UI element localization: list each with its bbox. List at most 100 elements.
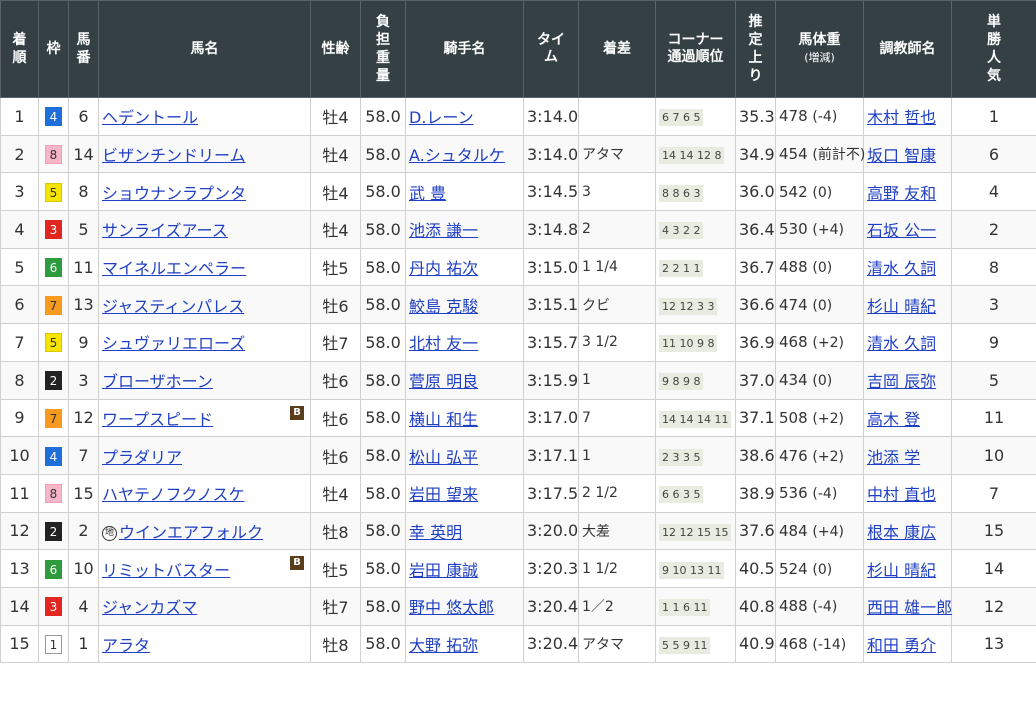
- horse-name-link[interactable]: シュヴァリエローズ: [102, 334, 245, 353]
- trainer-name-link[interactable]: 清水 久詞: [867, 334, 936, 353]
- horse-name-link[interactable]: ブローザホーン: [102, 372, 213, 391]
- sexage-cell: 牡4: [310, 210, 361, 249]
- horse-name-link[interactable]: ビザンチンドリーム: [102, 146, 246, 165]
- horse-name-link[interactable]: ウインエアフォルク: [119, 523, 263, 542]
- trainer-name-link[interactable]: 高野 友和: [867, 184, 936, 203]
- jockey-name-link[interactable]: 岩田 望来: [409, 485, 478, 504]
- waku-cell: 7: [38, 285, 69, 325]
- trainer-name-link[interactable]: 清水 久詞: [867, 259, 936, 278]
- jockey-cell: 大野 拓弥: [405, 624, 524, 664]
- jockey-name-link[interactable]: A.シュタルケ: [409, 146, 505, 165]
- time-cell: 3:15.1: [523, 285, 579, 325]
- jockey-name-link[interactable]: 池添 謙一: [409, 221, 478, 240]
- sexage-cell: 牡7: [310, 586, 361, 626]
- horse-cell: ブローザホーン: [98, 360, 311, 400]
- time-cell: 3:14.5: [523, 172, 579, 212]
- corner-positions: 12 12 3 3: [659, 297, 718, 315]
- horse-name-link[interactable]: サンライズアース: [102, 221, 228, 240]
- popularity-cell: 1: [951, 97, 1036, 136]
- popularity-cell: 4: [951, 172, 1036, 212]
- corner-positions: 2 3 3 5: [659, 448, 704, 466]
- corner-positions: 8 8 6 3: [659, 184, 704, 202]
- bodyweight-value: 476: [779, 446, 808, 465]
- bodyweight-value: 524: [779, 559, 808, 578]
- rank-cell: 7: [0, 323, 39, 362]
- trainer-name-link[interactable]: 吉岡 辰弥: [867, 372, 936, 391]
- jockey-name-link[interactable]: 大野 拓弥: [409, 636, 478, 655]
- margin-cell: 1／2: [578, 586, 656, 626]
- corner-positions: 9 10 13 11: [659, 561, 725, 579]
- rank-cell: 14: [0, 586, 39, 626]
- margin-cell: 1: [578, 436, 656, 475]
- umaban-cell: 6: [68, 97, 99, 136]
- jockey-cell: 丹内 祐次: [405, 247, 524, 287]
- bodyweight-value: 488: [779, 597, 808, 616]
- jockey-name-link[interactable]: 幸 英明: [409, 523, 462, 542]
- horse-name-link[interactable]: ワープスピード: [102, 410, 213, 429]
- weight-carried-cell: 58.0: [360, 436, 406, 475]
- header-rank: 着順: [0, 0, 39, 98]
- trainer-cell: 中村 直也: [863, 473, 952, 513]
- bodyweight-value: 434: [779, 371, 808, 390]
- trainer-name-link[interactable]: 高木 登: [867, 410, 920, 429]
- header-sexage: 性齢: [310, 0, 361, 98]
- bodyweight-diff: (+2): [812, 410, 844, 427]
- trainer-name-link[interactable]: 杉山 晴紀: [867, 561, 936, 580]
- bodyweight-value: 468: [779, 634, 808, 653]
- corner-cell: 9 8 9 8: [655, 360, 736, 400]
- bodyweight-value: 468: [779, 333, 808, 352]
- jockey-name-link[interactable]: 菅原 明良: [409, 372, 478, 391]
- bodyweight-cell: 542 (0): [775, 172, 864, 212]
- horse-cell: ヘデントール: [98, 97, 311, 136]
- corner-cell: 4 3 2 2: [655, 210, 736, 249]
- horse-cell: プラダリア: [98, 436, 311, 475]
- jockey-name-link[interactable]: 松山 弘平: [409, 448, 478, 467]
- time-cell: 3:15.7: [523, 323, 579, 362]
- trainer-name-link[interactable]: 根本 康広: [867, 523, 936, 542]
- horse-cell: シュヴァリエローズ: [98, 323, 311, 362]
- jockey-name-link[interactable]: 横山 和生: [409, 410, 478, 429]
- header-popularity: 単勝人気: [951, 0, 1036, 98]
- corner-positions: 14 14 12 8: [659, 147, 725, 165]
- trainer-name-link[interactable]: 池添 学: [867, 448, 920, 467]
- bodyweight-value: 454: [779, 145, 808, 164]
- horse-name-link[interactable]: プラダリア: [102, 448, 182, 467]
- rank-cell: 2: [0, 134, 39, 174]
- jockey-name-link[interactable]: 岩田 康誠: [409, 561, 478, 580]
- trainer-name-link[interactable]: 西田 雄一郎: [867, 598, 952, 617]
- waku-cell: 5: [38, 172, 69, 212]
- margin-cell: アタマ: [578, 624, 656, 664]
- trainer-name-link[interactable]: 石坂 公一: [867, 221, 936, 240]
- bodyweight-diff: (+4): [812, 222, 844, 239]
- waku-cell: 8: [38, 134, 69, 174]
- jockey-name-link[interactable]: 鮫島 克駿: [409, 297, 478, 316]
- horse-name-link[interactable]: ジャンカズマ: [102, 598, 197, 617]
- sexage-cell: 牡4: [310, 134, 361, 174]
- jockey-name-link[interactable]: 野中 悠太郎: [409, 598, 494, 617]
- corner-positions: 4 3 2 2: [659, 222, 704, 240]
- horse-name-link[interactable]: ジャスティンパレス: [102, 297, 244, 316]
- jockey-name-link[interactable]: 丹内 祐次: [409, 259, 478, 278]
- rank-cell: 12: [0, 511, 39, 551]
- horse-name-link[interactable]: ショウナンラプンタ: [102, 184, 246, 203]
- trainer-name-link[interactable]: 坂口 智康: [867, 146, 936, 165]
- horse-name-link[interactable]: リミットバスター: [102, 561, 230, 580]
- trainer-name-link[interactable]: 杉山 晴紀: [867, 297, 936, 316]
- corner-cell: 6 7 6 5: [655, 97, 736, 136]
- jockey-name-link[interactable]: 北村 友一: [409, 334, 478, 353]
- trainer-cell: 和田 勇介: [863, 624, 952, 664]
- jockey-name-link[interactable]: 武 豊: [409, 184, 446, 203]
- rank-cell: 6: [0, 285, 39, 325]
- jockey-name-link[interactable]: D.レーン: [409, 108, 474, 127]
- horse-name-link[interactable]: ヘデントール: [102, 108, 198, 127]
- waku-cell: 8: [38, 473, 69, 513]
- horse-name-link[interactable]: マイネルエンペラー: [102, 259, 246, 278]
- waku-badge: 7: [45, 408, 62, 428]
- margin-cell: 3: [578, 172, 656, 212]
- trainer-name-link[interactable]: 木村 哲也: [867, 108, 936, 127]
- horse-name-link[interactable]: ハヤテノフクノスケ: [102, 485, 245, 504]
- trainer-name-link[interactable]: 和田 勇介: [867, 636, 936, 655]
- bodyweight-cell: 524 (0): [775, 549, 864, 588]
- trainer-name-link[interactable]: 中村 直也: [867, 485, 936, 504]
- horse-name-link[interactable]: アラタ: [102, 636, 150, 655]
